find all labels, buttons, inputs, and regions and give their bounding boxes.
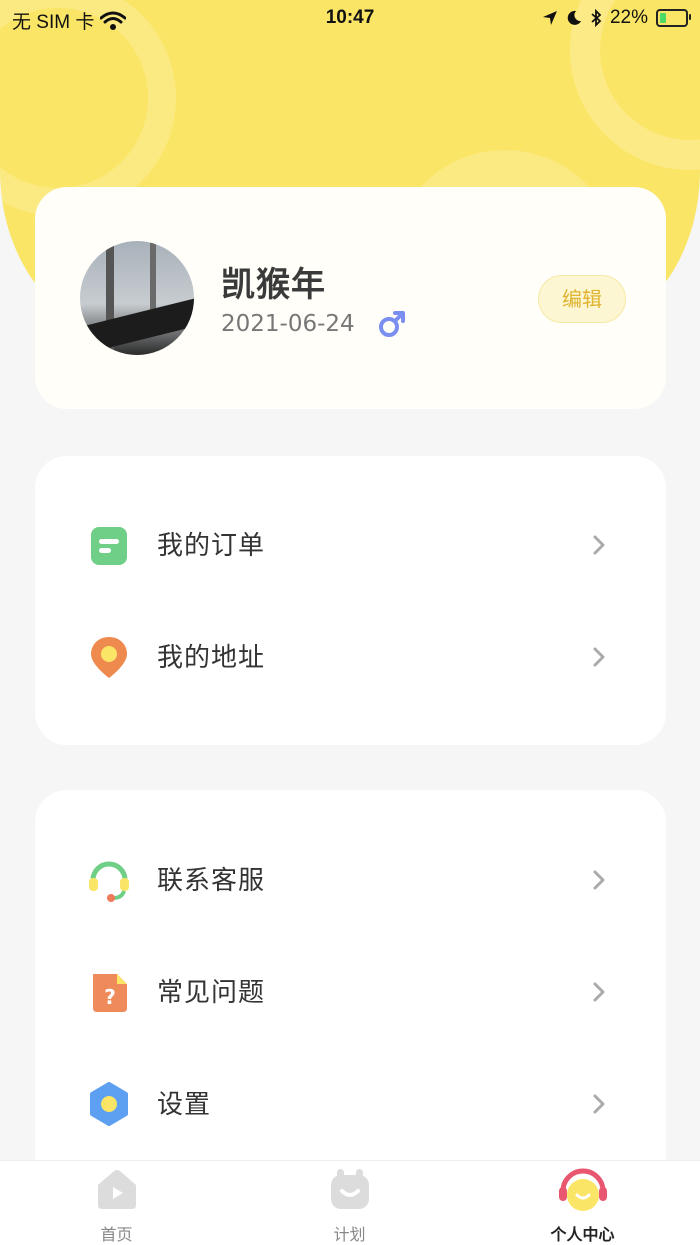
user-name: 凯猴年	[221, 265, 326, 305]
avatar[interactable]	[80, 241, 194, 355]
tab-profile-center[interactable]: 个人中心	[466, 1161, 699, 1245]
battery-icon	[656, 9, 691, 27]
home-icon	[98, 1170, 136, 1209]
location-pin-icon	[91, 637, 127, 678]
settings-icon	[90, 1082, 128, 1126]
moon-icon	[567, 10, 581, 25]
tab-home[interactable]: 首页	[0, 1161, 233, 1245]
menu-label: 设置	[157, 1090, 212, 1120]
chevron-right-icon	[593, 870, 605, 890]
profile-center-icon	[559, 1168, 607, 1211]
menu-label: 常见问题	[157, 978, 266, 1008]
profile-card: 凯猴年 2021-06-24 编辑	[35, 187, 666, 409]
battery-percent: 22%	[609, 7, 648, 28]
chevron-right-icon	[593, 535, 605, 555]
status-bar: 无 SIM 卡 10:47 22%	[0, 0, 700, 36]
tab-plan[interactable]: 计划	[233, 1161, 466, 1245]
chevron-right-icon	[593, 647, 605, 667]
status-right: 22%	[542, 7, 691, 29]
menu-item-faq[interactable]: ? 常见问题	[35, 936, 666, 1048]
question-icon: ?	[93, 974, 127, 1012]
menu-item-settings[interactable]: 设置	[35, 1048, 666, 1160]
plan-icon	[331, 1169, 369, 1209]
menu-item-my-address[interactable]: 我的地址	[35, 601, 666, 713]
chevron-right-icon	[593, 982, 605, 1002]
tab-bar: 首页 计划 个人中心	[0, 1160, 700, 1245]
tab-label: 计划	[333, 1225, 366, 1244]
user-birth-date: 2021-06-24	[221, 311, 355, 337]
edit-profile-button[interactable]: 编辑	[538, 275, 626, 323]
menu-item-customer-service[interactable]: 联系客服	[35, 824, 666, 936]
svg-text:?: ?	[104, 985, 116, 1009]
tab-label: 个人中心	[550, 1225, 615, 1244]
bluetooth-icon	[591, 9, 602, 27]
menu-group-support: 联系客服 ? 常见问题 设置	[35, 790, 666, 1210]
menu-label: 联系客服	[157, 866, 266, 896]
menu-label: 我的地址	[157, 643, 266, 673]
headset-icon	[89, 861, 129, 902]
male-gender-icon	[379, 311, 405, 337]
order-icon	[91, 527, 127, 565]
menu-item-my-orders[interactable]: 我的订单	[35, 489, 666, 601]
menu-group-orders: 我的订单 我的地址	[35, 456, 666, 745]
menu-label: 我的订单	[157, 531, 266, 561]
location-arrow-icon	[542, 11, 557, 25]
tab-label: 首页	[100, 1225, 133, 1244]
chevron-right-icon	[593, 1094, 605, 1114]
